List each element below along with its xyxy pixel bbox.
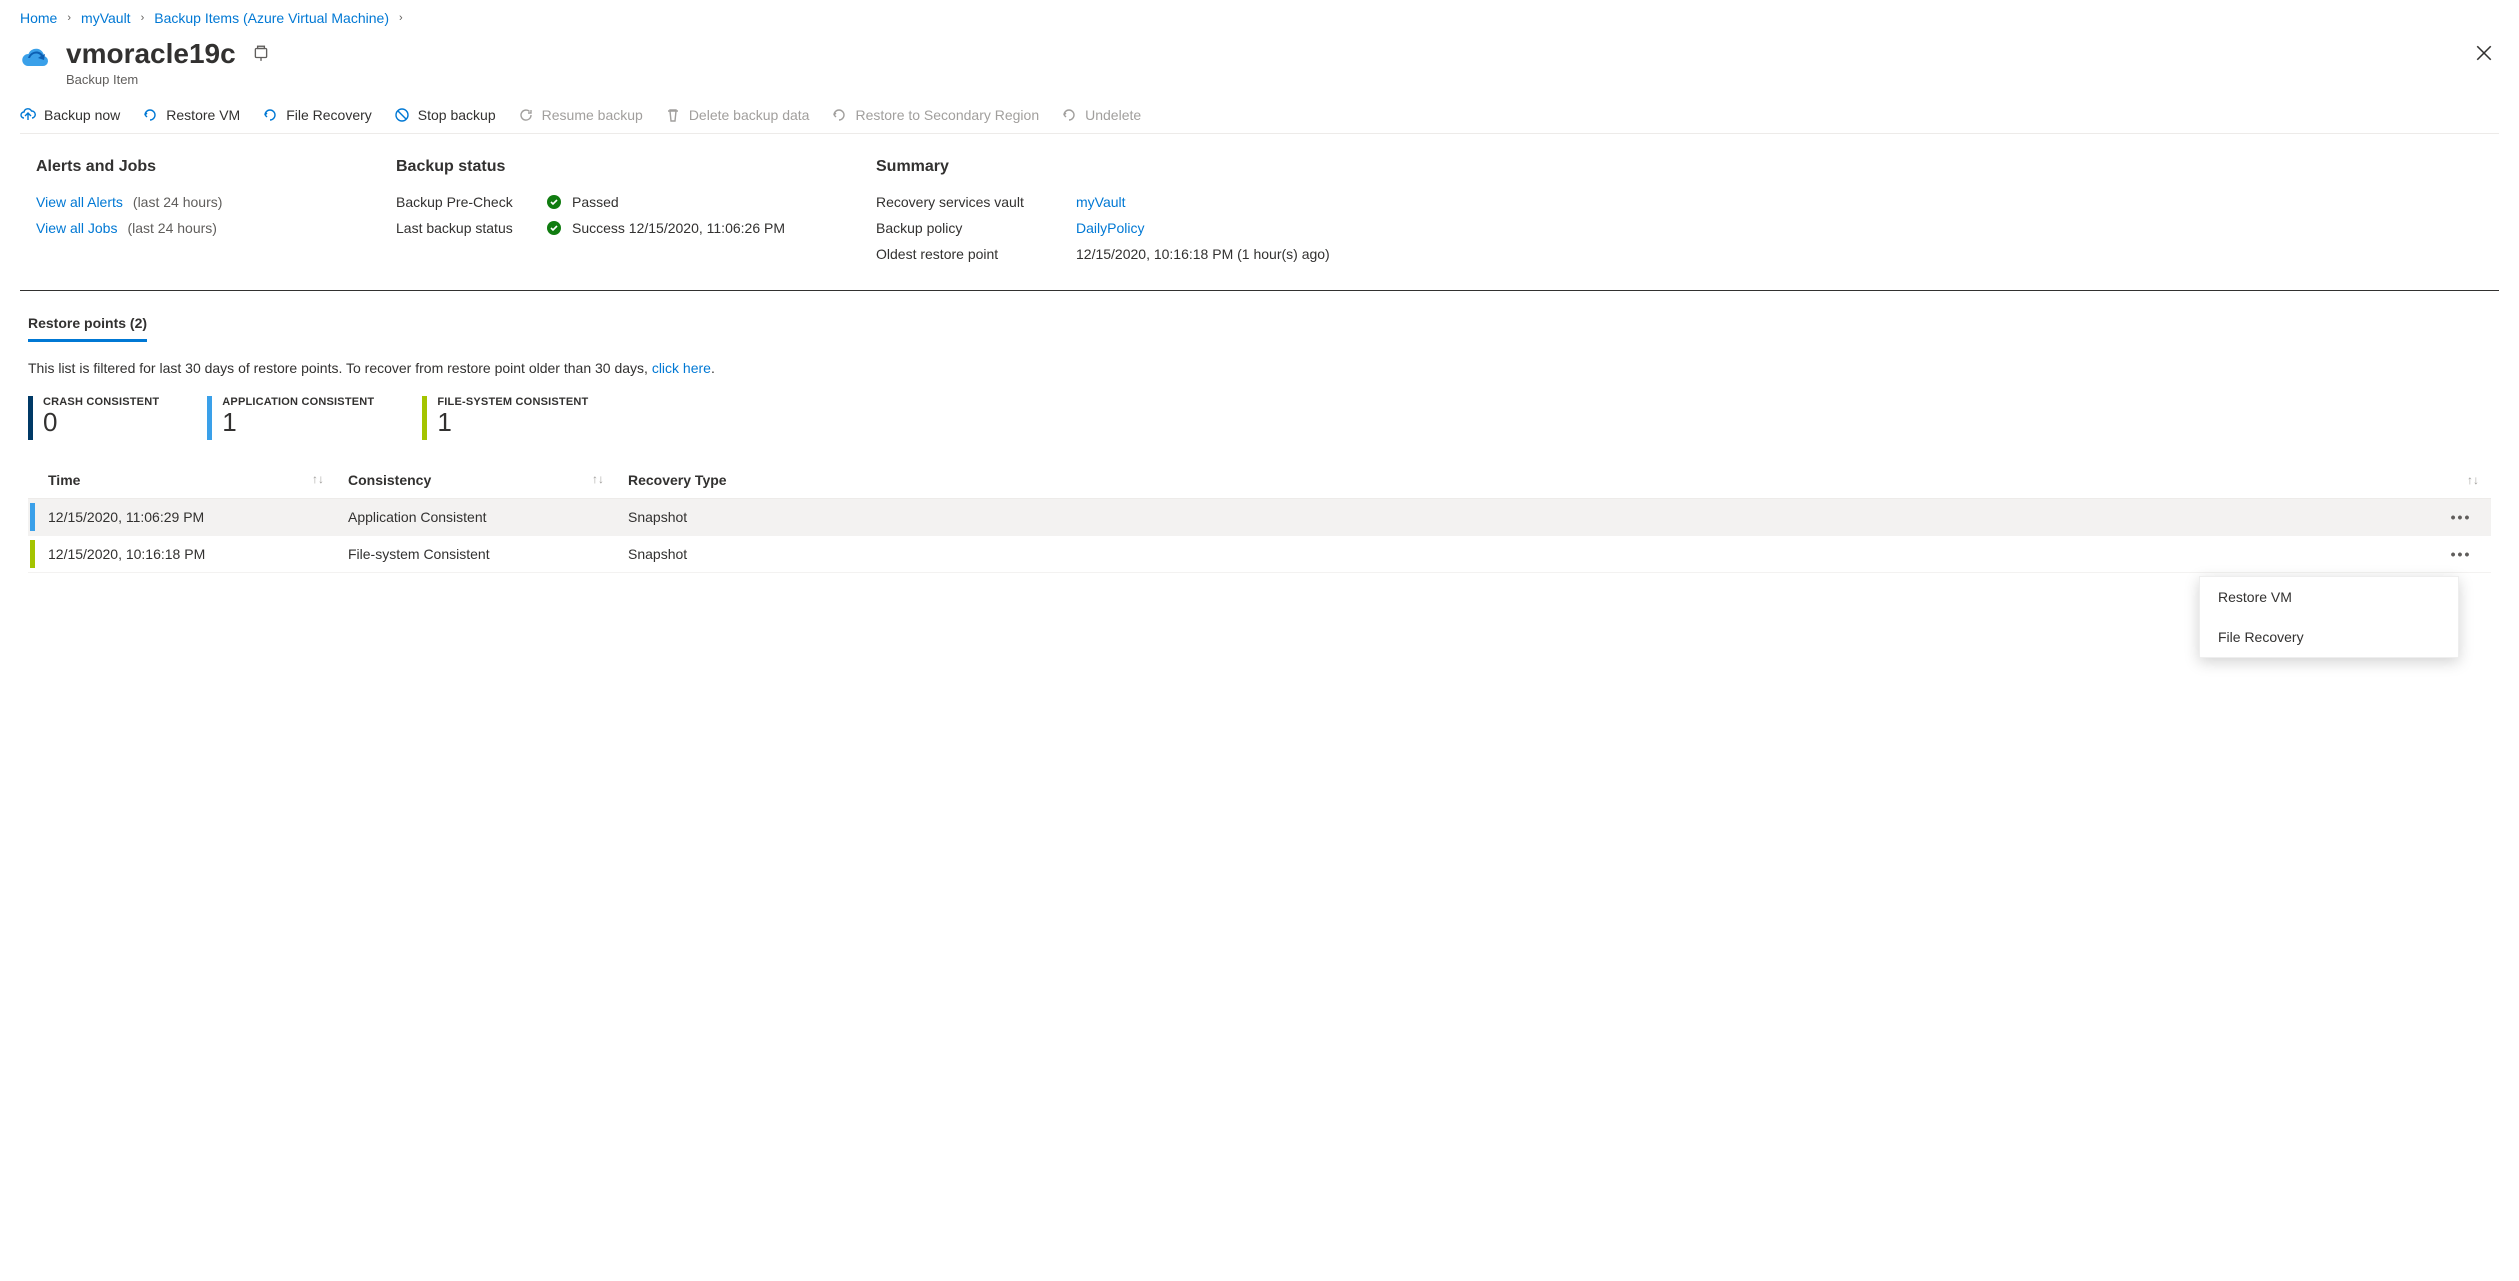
row-actions-button[interactable]: ••• — [2431, 536, 2491, 573]
backup-status-title: Backup status — [396, 158, 816, 176]
close-button[interactable] — [2469, 38, 2499, 71]
col-time[interactable]: Time↑↓ — [36, 462, 336, 499]
cell-recovery-type: Snapshot — [616, 536, 2431, 573]
check-circle-icon — [546, 194, 562, 210]
legend-crash: CRASH CONSISTENT 0 — [28, 396, 159, 440]
jobs-window: (last 24 hours) — [127, 220, 216, 236]
resume-backup-label: Resume backup — [542, 107, 643, 123]
undo-icon — [1061, 107, 1077, 123]
legend-application: APPLICATION CONSISTENT 1 — [207, 396, 374, 440]
legend-bar-blue — [207, 396, 212, 440]
breadcrumb-backup-items[interactable]: Backup Items (Azure Virtual Machine) — [154, 10, 389, 26]
file-recovery-label: File Recovery — [286, 107, 372, 123]
undelete-label: Undelete — [1085, 107, 1141, 123]
resume-backup-button: Resume backup — [518, 107, 643, 123]
restore-vm-label: Restore VM — [166, 107, 240, 123]
sort-icon: ↑↓ — [312, 472, 324, 486]
chevron-right-icon: › — [141, 12, 145, 24]
chevron-right-icon: › — [399, 12, 403, 24]
cell-time: 12/15/2020, 10:16:18 PM — [36, 536, 336, 573]
chevron-right-icon: › — [67, 12, 71, 24]
undo-icon — [142, 107, 158, 123]
table-row[interactable]: 12/15/2020, 11:06:29 PM Application Cons… — [28, 499, 2491, 536]
toolbar: Backup now Restore VM File Recovery Stop… — [20, 87, 2499, 134]
legend-bar-green — [422, 396, 427, 440]
undelete-button: Undelete — [1061, 107, 1141, 123]
policy-label: Backup policy — [876, 220, 1036, 236]
backup-status-panel: Backup status Backup Pre-Check Passed La… — [396, 158, 816, 262]
alerts-jobs-title: Alerts and Jobs — [36, 158, 336, 176]
restore-secondary-label: Restore to Secondary Region — [855, 107, 1039, 123]
col-actions[interactable]: ↑↓ — [2431, 462, 2491, 499]
backup-cloud-icon — [20, 44, 52, 72]
cell-consistency: Application Consistent — [336, 499, 616, 536]
summary-panel: Summary Recovery services vault myVault … — [876, 158, 2483, 262]
row-bar-green — [30, 540, 35, 568]
ctx-file-recovery[interactable]: File Recovery — [2200, 617, 2458, 657]
delete-backup-label: Delete backup data — [689, 107, 810, 123]
delete-backup-button: Delete backup data — [665, 107, 810, 123]
policy-link[interactable]: DailyPolicy — [1076, 220, 1144, 236]
file-recovery-button[interactable]: File Recovery — [262, 107, 372, 123]
legend-filesystem: FILE-SYSTEM CONSISTENT 1 — [422, 396, 588, 440]
restore-secondary-button: Restore to Secondary Region — [831, 107, 1039, 123]
cell-consistency: File-system Consistent — [336, 536, 616, 573]
backup-now-label: Backup now — [44, 107, 120, 123]
row-bar-blue — [30, 503, 35, 531]
ctx-restore-vm[interactable]: Restore VM — [2200, 577, 2458, 617]
refresh-icon — [518, 107, 534, 123]
cell-recovery-type: Snapshot — [616, 499, 2431, 536]
breadcrumb-home[interactable]: Home — [20, 10, 57, 26]
page-title: vmoracle19c — [66, 38, 236, 70]
tab-restore-points[interactable]: Restore points (2) — [28, 309, 147, 342]
row-actions-button[interactable]: ••• — [2431, 499, 2491, 536]
alerts-window: (last 24 hours) — [133, 194, 222, 210]
restore-points-table: Time↑↓ Consistency↑↓ Recovery Type ↑↓ 12… — [28, 462, 2491, 573]
undo-icon — [262, 107, 278, 123]
breadcrumb: Home › myVault › Backup Items (Azure Vir… — [20, 0, 2499, 32]
table-row[interactable]: 12/15/2020, 10:16:18 PM File-system Cons… — [28, 536, 2491, 573]
alerts-jobs-panel: Alerts and Jobs View all Alerts (last 24… — [36, 158, 336, 262]
restore-vm-button[interactable]: Restore VM — [142, 107, 240, 123]
pin-icon[interactable] — [252, 44, 270, 65]
col-recovery-type[interactable]: Recovery Type — [616, 462, 2431, 499]
stop-backup-label: Stop backup — [418, 107, 496, 123]
stop-backup-button[interactable]: Stop backup — [394, 107, 496, 123]
legend-bar-navy — [28, 396, 33, 440]
trash-icon — [665, 107, 681, 123]
oldest-value: 12/15/2020, 10:16:18 PM (1 hour(s) ago) — [1076, 246, 1330, 262]
filter-note: This list is filtered for last 30 days o… — [28, 360, 2491, 376]
view-all-alerts-link[interactable]: View all Alerts — [36, 194, 123, 210]
cloud-upload-icon — [20, 107, 36, 123]
sort-icon: ↑↓ — [592, 472, 604, 486]
precheck-value: Passed — [572, 194, 619, 210]
precheck-label: Backup Pre-Check — [396, 194, 536, 210]
vault-label: Recovery services vault — [876, 194, 1036, 210]
col-consistency[interactable]: Consistency↑↓ — [336, 462, 616, 499]
click-here-link[interactable]: click here — [652, 360, 711, 376]
vault-link[interactable]: myVault — [1076, 194, 1126, 210]
breadcrumb-vault[interactable]: myVault — [81, 10, 131, 26]
oldest-label: Oldest restore point — [876, 246, 1036, 262]
undo-icon — [831, 107, 847, 123]
context-menu: Restore VM File Recovery — [2199, 576, 2459, 658]
last-status-value: Success 12/15/2020, 11:06:26 PM — [572, 220, 785, 236]
backup-now-button[interactable]: Backup now — [20, 107, 120, 123]
check-circle-icon — [546, 220, 562, 236]
last-status-label: Last backup status — [396, 220, 536, 236]
sort-icon: ↑↓ — [2467, 473, 2479, 487]
view-all-jobs-link[interactable]: View all Jobs — [36, 220, 117, 236]
page-subtitle: Backup Item — [66, 72, 270, 87]
summary-title: Summary — [876, 158, 2483, 176]
cell-time: 12/15/2020, 11:06:29 PM — [36, 499, 336, 536]
stop-icon — [394, 107, 410, 123]
